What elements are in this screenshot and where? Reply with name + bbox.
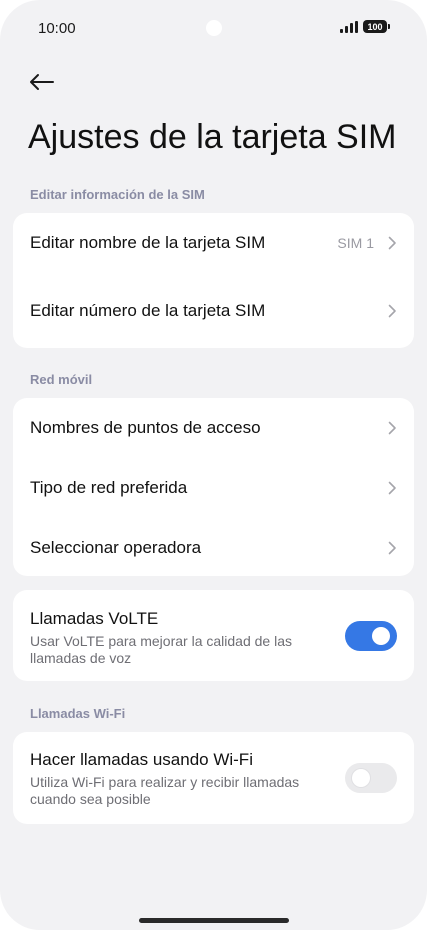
status-time: 10:00: [38, 20, 76, 37]
status-indicators: 100: [340, 20, 390, 33]
edit-sim-name-label: Editar nombre de la tarjeta SIM: [30, 233, 266, 252]
section-header-mobile-network: Red móvil: [30, 372, 93, 387]
chevron-right-icon: [388, 481, 397, 495]
chevron-right-icon: [388, 421, 397, 435]
edit-sim-number-label: Editar número de la tarjeta SIM: [30, 301, 266, 320]
wifi-calling-title: Hacer llamadas usando Wi-Fi: [30, 750, 253, 769]
back-arrow-icon: [30, 74, 54, 90]
card-volte: Llamadas VoLTE Usar VoLTE para mejorar l…: [13, 590, 414, 681]
signal-icon: [340, 20, 358, 33]
section-header-wifi-calling: Llamadas Wi-Fi: [30, 706, 126, 721]
select-operator-label: Seleccionar operadora: [30, 538, 202, 557]
apn-label: Nombres de puntos de acceso: [30, 418, 261, 437]
back-button[interactable]: [22, 62, 62, 102]
apn-item[interactable]: Nombres de puntos de acceso: [13, 398, 414, 458]
card-edit-sim: Editar nombre de la tarjeta SIM SIM 1 Ed…: [13, 213, 414, 348]
chevron-right-icon: [388, 541, 397, 555]
camera-cutout: [206, 20, 222, 36]
select-operator-item[interactable]: Seleccionar operadora: [13, 518, 414, 578]
volte-toggle[interactable]: [345, 621, 397, 651]
preferred-network-item[interactable]: Tipo de red preferida: [13, 458, 414, 518]
toggle-knob: [372, 627, 390, 645]
wifi-calling-toggle[interactable]: [345, 763, 397, 793]
sim-name-value: SIM 1: [337, 235, 374, 251]
page-title: Ajustes de la tarjeta SIM: [28, 118, 397, 156]
wifi-calling-description: Utiliza Wi-Fi para realizar y recibir ll…: [30, 774, 300, 807]
phone-screen: 10:00 100 Ajustes de la tarjeta SIM Edit…: [0, 0, 427, 930]
preferred-network-label: Tipo de red preferida: [30, 478, 188, 497]
section-header-edit-sim: Editar información de la SIM: [30, 187, 205, 202]
volte-description: Usar VoLTE para mejorar la calidad de la…: [30, 633, 292, 666]
battery-icon: 100: [363, 20, 390, 33]
chevron-right-icon: [388, 304, 397, 318]
status-bar: 10:00 100: [0, 0, 427, 58]
card-mobile-network: Nombres de puntos de acceso Tipo de red …: [13, 398, 414, 576]
edit-sim-number-item[interactable]: Editar número de la tarjeta SIM: [13, 276, 414, 346]
volte-title: Llamadas VoLTE: [30, 609, 159, 628]
home-indicator[interactable]: [139, 918, 289, 923]
edit-sim-name-item[interactable]: Editar nombre de la tarjeta SIM SIM 1: [13, 213, 414, 273]
chevron-right-icon: [388, 236, 397, 250]
card-wifi-calling: Hacer llamadas usando Wi-Fi Utiliza Wi-F…: [13, 732, 414, 824]
toggle-knob: [352, 769, 370, 787]
